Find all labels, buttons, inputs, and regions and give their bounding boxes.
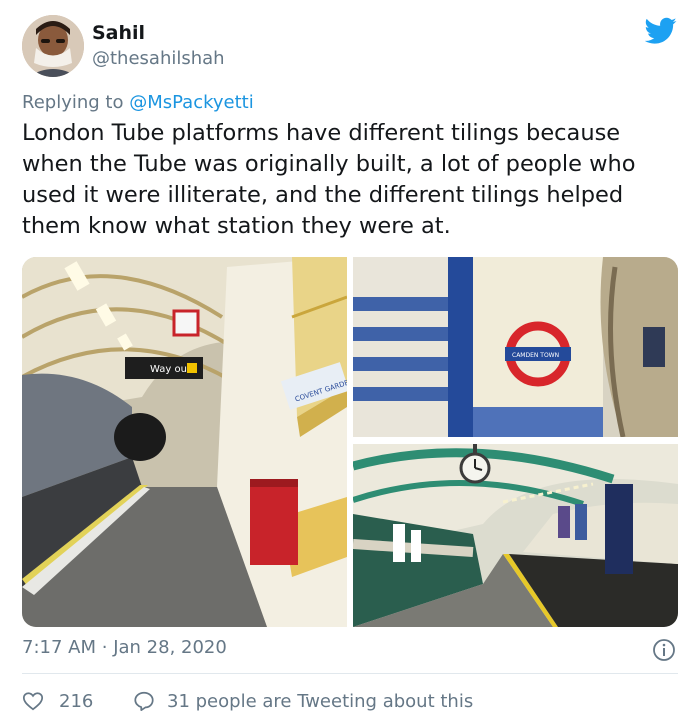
photo-green-tiled-platform[interactable] [353, 444, 678, 627]
tweet-card: Sahil @thesahilshah Replying to @MsPacky… [0, 0, 700, 728]
reply-context: Replying to @MsPackyetti [22, 92, 254, 113]
author-name[interactable]: Sahil [92, 22, 145, 44]
comment-icon [134, 691, 154, 712]
way-out-sign: Way out [150, 364, 191, 375]
tweet-time: 7:17 AM [22, 637, 96, 658]
roundel-station-name: CAMDEN TOWN [512, 352, 559, 359]
timestamp-separator: · [101, 637, 108, 658]
conversation-count-label: 31 people are Tweeting about this [167, 690, 474, 712]
author-handle[interactable]: @thesahilshah [92, 48, 225, 69]
info-icon[interactable] [652, 638, 676, 662]
heart-icon [22, 692, 44, 711]
like-button[interactable]: 216 [22, 688, 93, 714]
avatar[interactable] [22, 15, 84, 77]
conversation-link[interactable]: 31 people are Tweeting about this [133, 688, 473, 714]
divider [22, 673, 678, 674]
tweet-text: London Tube platforms have different til… [22, 120, 636, 239]
photo-covent-garden-platform[interactable]: COVENT GARDEN Way out [22, 257, 347, 627]
tweet-timestamp[interactable]: 7:17 AM · Jan 28, 2020 [22, 637, 227, 658]
photo-camden-town-roundel[interactable]: CAMDEN TOWN [353, 257, 678, 437]
reply-prefix: Replying to [22, 92, 124, 113]
media-grid: COVENT GARDEN Way out CAMDEN TOWN [22, 257, 678, 627]
like-count: 216 [59, 690, 94, 712]
tweet-date: Jan 28, 2020 [113, 637, 227, 658]
twitter-bird-icon[interactable] [645, 17, 677, 45]
reply-mention-link[interactable]: @MsPackyetti [129, 92, 254, 113]
